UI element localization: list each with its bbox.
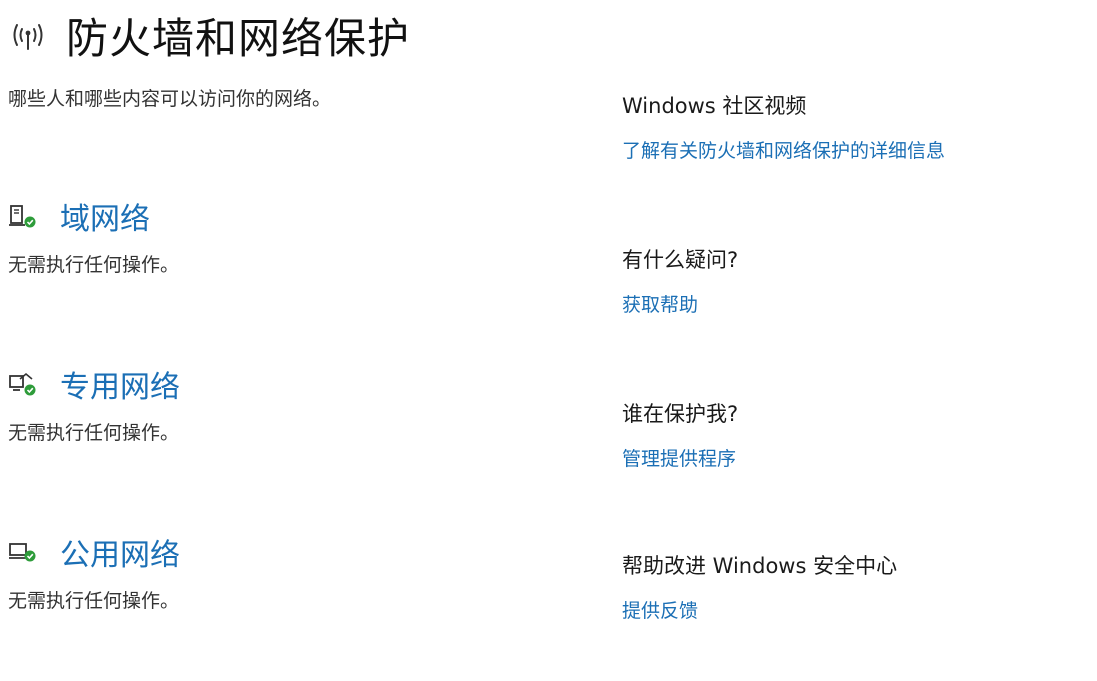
private-network-section: 专用网络 无需执行任何操作。 — [8, 364, 180, 445]
firewall-network-protection-page: 防火墙和网络保护 哪些人和哪些内容可以访问你的网络。 域网络 无需执行任何操作。 — [0, 0, 1097, 681]
who-protects-block: 谁在保护我? 管理提供程序 — [622, 398, 738, 471]
private-network-header[interactable]: 专用网络 — [8, 362, 180, 406]
page-title: 防火墙和网络保护 — [66, 13, 411, 63]
public-network-status: 无需执行任何操作。 — [8, 590, 180, 612]
who-protects-title: 谁在保护我? — [622, 402, 739, 426]
get-help-link[interactable]: 获取帮助 — [622, 290, 698, 317]
public-network-link[interactable]: 公用网络 — [60, 530, 180, 574]
private-network-link[interactable]: 专用网络 — [60, 362, 180, 406]
improve-security-block: 帮助改进 Windows 安全中心 提供反馈 — [622, 550, 897, 623]
public-network-header[interactable]: 公用网络 — [8, 530, 180, 574]
private-network-status: 无需执行任何操作。 — [8, 422, 180, 444]
public-network-section: 公用网络 无需执行任何操作。 — [8, 532, 180, 613]
domain-network-section: 域网络 无需执行任何操作。 — [8, 196, 179, 277]
community-videos-title: Windows 社区视频 — [622, 94, 807, 118]
community-videos-block: Windows 社区视频 了解有关防火墙和网络保护的详细信息 — [622, 90, 945, 163]
domain-network-icon — [8, 202, 42, 230]
domain-network-header[interactable]: 域网络 — [8, 194, 179, 238]
improve-security-title: 帮助改进 Windows 安全中心 — [622, 554, 898, 578]
private-network-icon — [8, 370, 42, 398]
questions-block: 有什么疑问? 获取帮助 — [622, 244, 738, 317]
domain-network-link[interactable]: 域网络 — [60, 194, 150, 238]
wifi-signal-icon — [8, 15, 48, 55]
page-header: 防火墙和网络保护 — [8, 8, 410, 63]
page-subtitle: 哪些人和哪些内容可以访问你的网络。 — [8, 88, 332, 110]
give-feedback-link[interactable]: 提供反馈 — [622, 596, 698, 623]
questions-title: 有什么疑问? — [622, 248, 739, 272]
domain-network-status: 无需执行任何操作。 — [8, 254, 180, 276]
learn-more-link[interactable]: 了解有关防火墙和网络保护的详细信息 — [622, 136, 945, 163]
public-network-icon — [8, 538, 42, 566]
manage-providers-link[interactable]: 管理提供程序 — [622, 444, 736, 471]
